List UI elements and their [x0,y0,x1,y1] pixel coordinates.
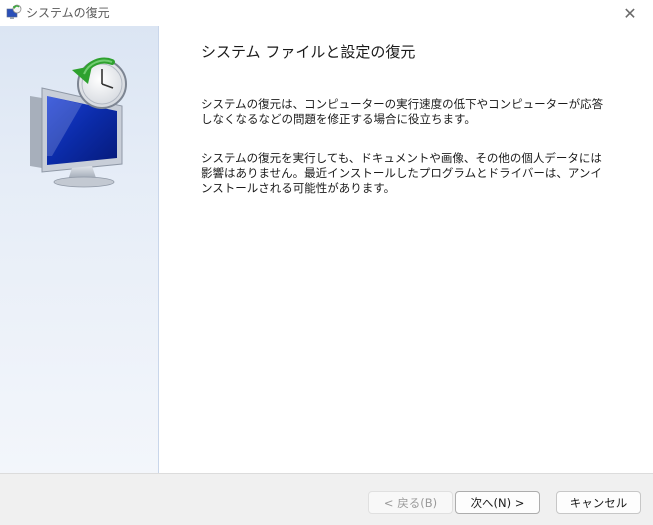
title-bar: システムの復元 ✕ [0,0,653,26]
close-icon: ✕ [623,3,637,23]
description-paragraph-1: システムの復元は、コンピューターの実行速度の低下やコンピューターが応答しなくなる… [201,97,604,126]
system-restore-window: システムの復元 ✕ システム ファイルと設定の復元 システムの復元は、コンピュー… [0,0,653,525]
close-button[interactable]: ✕ [607,0,653,26]
system-restore-small-icon [6,4,22,19]
next-button[interactable]: 次へ(N) > [455,491,540,514]
window-title: システムの復元 [26,6,110,20]
page-title: システム ファイルと設定の復元 [201,43,416,61]
sidebar-panel [0,26,159,473]
button-bar: < 戻る(B) 次へ(N) > キャンセル [0,473,653,525]
back-button[interactable]: < 戻る(B) [368,491,453,514]
cancel-button[interactable]: キャンセル [556,491,641,514]
system-restore-icon [30,57,127,188]
description-paragraph-2: システムの復元を実行しても、ドキュメントや画像、その他の個人データには影響はあり… [201,151,602,195]
content-panel: システム ファイルと設定の復元 システムの復元は、コンピューターの実行速度の低下… [159,26,653,473]
